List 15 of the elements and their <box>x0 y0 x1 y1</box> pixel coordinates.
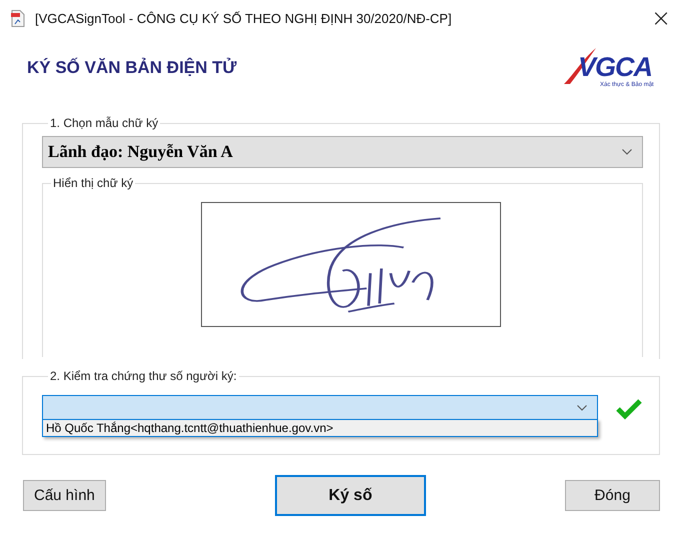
document-icon <box>11 10 25 26</box>
template-select[interactable]: Lãnh đạo: Nguyễn Văn A <box>42 136 643 168</box>
close-button[interactable]: × <box>646 3 676 33</box>
page-heading: KÝ SỐ VĂN BẢN ĐIỆN TỬ <box>27 58 237 78</box>
group-legend: 2. Kiểm tra chứng thư số người ký: <box>48 369 239 383</box>
group-legend: Hiển thị chữ ký <box>51 176 136 190</box>
window-title: [VGCASignTool - CÔNG CỤ KÝ SỐ THEO NGHỊ ĐỊNH 30/2020/NĐ-CP] <box>35 10 452 26</box>
caret-icon <box>622 149 632 155</box>
certificate-select[interactable] <box>42 395 598 420</box>
certificate-option[interactable]: Hồ Quốc Thắng<hqthang.tcntt@thuathienhue.gov.vn> <box>43 420 597 436</box>
caret-icon <box>577 404 587 410</box>
group-legend: 1. Chọn mẫu chữ ký <box>48 116 160 130</box>
dialog-button[interactable]: Đóng <box>564 480 660 511</box>
dialog-button[interactable]: Cấu hình <box>23 480 106 511</box>
dialog-button[interactable]: Ký số <box>274 475 426 516</box>
